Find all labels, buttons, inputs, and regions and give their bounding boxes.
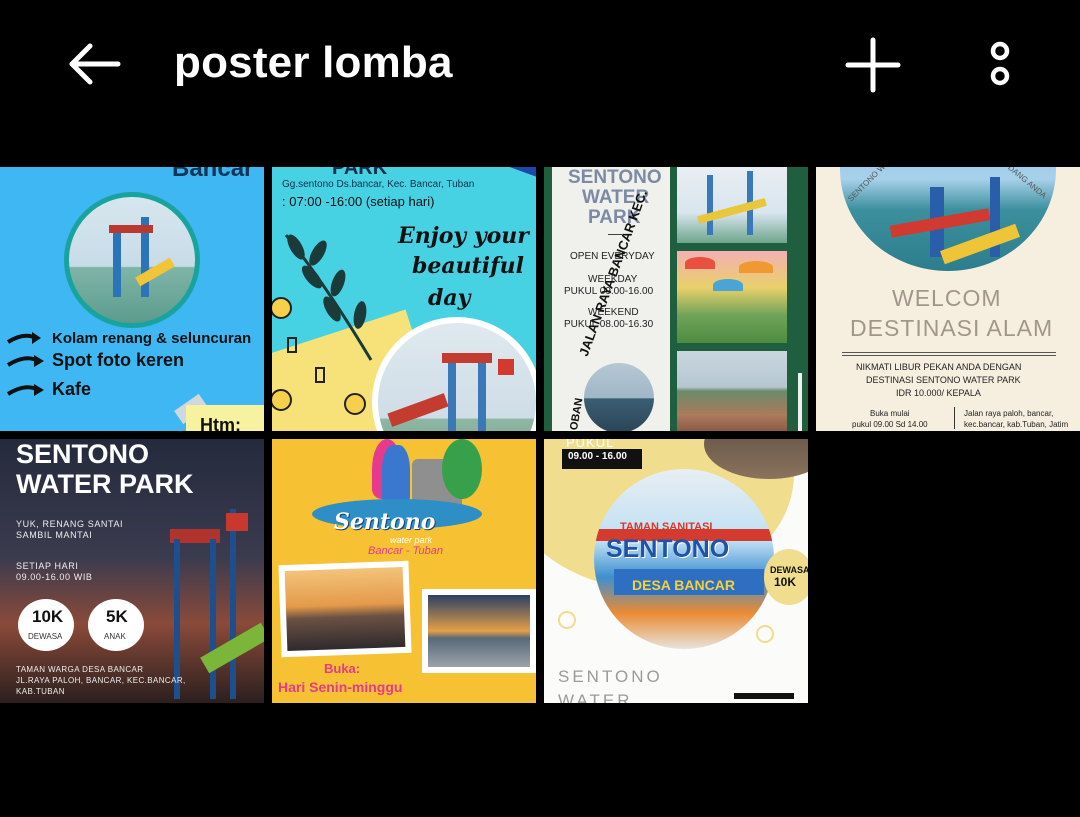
poster-thumbnail-6[interactable]: Sentono water park Bancar - Tuban Buka: … xyxy=(272,439,536,703)
price-value: 10K xyxy=(774,575,797,589)
poster-thumbnail-2[interactable]: PARK Gg.sentono Ds.bancar, Kec. Bancar, … xyxy=(272,167,536,431)
missing-glyph-icon xyxy=(315,367,325,383)
small-circle-decoration xyxy=(558,611,576,629)
logo-text: Sentono xyxy=(334,509,436,535)
poster-thumbnail-1[interactable]: Bancar Kolam renang & seluncuran Spot fo… xyxy=(0,167,264,431)
price-label: ANAK xyxy=(104,632,126,641)
add-button[interactable] xyxy=(844,36,902,94)
feature-item: Kafe xyxy=(52,379,92,399)
hours-text: : 07:00 -16:00 (setiap hari) xyxy=(282,194,435,209)
beach-photo xyxy=(584,363,654,431)
top-app-bar: poster lomba xyxy=(0,0,1080,130)
price-label: Htm: xyxy=(200,415,241,431)
price-value: 10K xyxy=(32,607,64,626)
plus-icon xyxy=(845,37,901,93)
price-label: DEWASA xyxy=(770,565,808,575)
address-line: kec.bancar, kab.Tuban, Jatim xyxy=(964,420,1069,429)
sign-bottom-text: DESA BANCAR xyxy=(632,577,735,593)
sign-top-text: TAMAN SANITASI xyxy=(620,521,713,533)
address-line: TAMAN WARGA DESA BANCAR xyxy=(16,665,144,674)
tagline-line: Enjoy your xyxy=(398,223,529,249)
tagline-line: SAMBIL MANTAI xyxy=(16,530,93,540)
more-vertical-icon xyxy=(990,41,1010,86)
poster-thumbnail-7[interactable]: PUKUL 09.00 - 16.00 TAMAN SANITASI SENTO… xyxy=(544,439,808,703)
address-text: Gg.sentono Ds.bancar, Kec. Bancar, Tuban xyxy=(282,179,475,190)
coast-photo xyxy=(677,351,787,431)
playground-silhouette xyxy=(140,509,264,699)
page-title: poster lomba xyxy=(174,38,453,87)
hours-text: 09.00-16.00 WIB xyxy=(16,572,93,582)
logo-subtext: water park xyxy=(390,535,433,545)
back-button[interactable] xyxy=(62,36,126,92)
waterslide-photo xyxy=(64,192,200,328)
welcome-line: WELCOM xyxy=(892,285,1002,311)
place-text: Bancar - Tuban xyxy=(368,545,444,557)
feature-item: Spot foto keren xyxy=(52,350,185,370)
divider-line xyxy=(842,352,1056,356)
poster-title-line: SENTONO xyxy=(568,167,662,188)
footer-bar xyxy=(734,693,794,699)
price-value: 5K xyxy=(106,607,128,626)
small-circle-decoration xyxy=(756,625,774,643)
poster-title-line: WATER PARK xyxy=(16,469,194,499)
emoji-icon xyxy=(344,393,366,415)
open-days: Hari Senin-minggu xyxy=(278,679,403,695)
arrow-left-icon xyxy=(69,43,121,85)
more-options-button[interactable] xyxy=(980,36,1020,94)
hours-text: 09.00 - 16.00 xyxy=(568,451,627,462)
feature-item: Kolam renang & seluncuran xyxy=(52,330,252,347)
navy-stripe xyxy=(501,167,536,182)
footer-title: SENTONO xyxy=(558,667,663,686)
price-text: IDR 10.000/ KEPALA xyxy=(896,388,981,398)
description-line: DESTINASI SENTONO WATER PARK xyxy=(866,375,1021,385)
missing-glyph-icon xyxy=(287,337,297,353)
umbrella-photo xyxy=(677,251,787,343)
arrow-bullet-icon xyxy=(6,352,46,370)
poster-thumbnail-4[interactable]: SENTONO W DANG ANDA WELCOM DESTINASI ALA… xyxy=(816,167,1080,431)
tagline-line: beautiful xyxy=(412,253,524,279)
waterslide-photo xyxy=(677,167,787,243)
poster-thumbnail-5[interactable]: SENTONO WATER PARK YUK, RENANG SANTAI SA… xyxy=(0,439,264,703)
welcome-line: DESTINASI ALAM xyxy=(850,315,1054,341)
price-label: DEWASA xyxy=(28,632,63,641)
description-line: NIKMATI LIBUR PEKAN ANDA DENGAN xyxy=(856,362,1022,372)
column-divider xyxy=(954,407,955,429)
tagline-line: YUK, RENANG SANTAI xyxy=(16,519,124,529)
arrow-bullet-icon xyxy=(6,330,42,346)
weekend-hours: PUKUL 08.00-16.30 xyxy=(564,319,654,330)
beach-sunset-photo xyxy=(422,589,536,673)
footer-title: WATER xyxy=(558,691,633,703)
sign-main-text: SENTONO xyxy=(606,535,730,563)
address-line: KAB.TUBAN xyxy=(16,687,65,696)
tagline-line: day xyxy=(428,285,471,311)
sunset-tree-photo xyxy=(278,560,412,658)
address-line: JL.RAYA PALOH, BANCAR, KEC.BANCAR, xyxy=(16,676,186,685)
vertical-line xyxy=(798,373,802,431)
open-label: Buka: xyxy=(324,661,361,676)
poster-thumbnail-3[interactable]: SENTONO WATER PARK — OPEN EVERYDAY WEEKD… xyxy=(544,167,808,431)
poster-heading: Bancar xyxy=(172,167,254,182)
days-text: SETIAP HARI xyxy=(16,561,79,571)
arrow-bullet-icon xyxy=(6,381,46,399)
hours-label: Buka mulai xyxy=(870,409,910,418)
poster-title-line: SENTONO xyxy=(16,439,150,469)
address-line: Jalan raya paloh, bancar, xyxy=(964,409,1054,418)
hours-text: pukul 09.00 Sd 14.00 xyxy=(852,420,928,429)
